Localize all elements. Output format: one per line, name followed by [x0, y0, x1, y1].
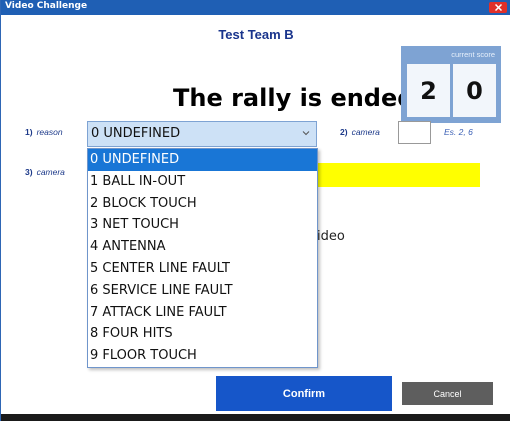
rally-status-text: The rally is ended	[173, 84, 415, 112]
camera3-label: 3) camera	[25, 167, 65, 177]
dropdown-option[interactable]: 3 NET TOUCH	[88, 214, 317, 236]
camera3-number: 3)	[25, 167, 33, 177]
dropdown-option[interactable]: 9 FLOOR TOUCH	[88, 345, 317, 367]
camera2-number: 2)	[340, 127, 348, 137]
chevron-down-icon	[302, 131, 310, 136]
score-panel: current score 2 0	[401, 46, 501, 123]
reason-label: 1) reason	[25, 127, 63, 137]
score-away: 0	[453, 64, 496, 117]
score-label: current score	[451, 50, 495, 59]
camera2-label-text: camera	[351, 127, 380, 137]
camera3-field[interactable]	[317, 163, 480, 187]
reason-select[interactable]: 0 UNDEFINED	[87, 121, 317, 147]
reason-label-text: reason	[36, 127, 63, 137]
video-partial-text: ideo	[317, 229, 345, 244]
dropdown-option[interactable]: 6 SERVICE LINE FAULT	[88, 280, 317, 302]
reason-number: 1)	[25, 127, 33, 137]
camera3-label-text: camera	[36, 167, 65, 177]
window-title: Video Challenge	[5, 1, 88, 11]
dropdown-option[interactable]: 0 UNDEFINED	[88, 149, 317, 171]
video-challenge-window: Video Challenge Test Team B The rally is…	[0, 0, 510, 421]
camera2-label: 2) camera	[340, 127, 380, 137]
confirm-button[interactable]: Confirm	[216, 376, 392, 411]
title-bar: Video Challenge	[1, 0, 510, 15]
dropdown-option[interactable]: 2 BLOCK TOUCH	[88, 193, 317, 215]
team-name: Test Team B	[218, 27, 294, 42]
camera2-input[interactable]	[398, 121, 431, 144]
dropdown-option[interactable]: 4 ANTENNA	[88, 236, 317, 258]
camera2-hint: Es. 2, 6	[444, 127, 473, 137]
close-button[interactable]	[489, 2, 507, 13]
dropdown-option[interactable]: 8 FOUR HITS	[88, 323, 317, 345]
reason-select-value: 0 UNDEFINED	[91, 126, 181, 141]
dropdown-option[interactable]: 1 BALL IN-OUT	[88, 171, 317, 193]
close-icon	[494, 4, 502, 11]
bottom-border	[1, 414, 510, 421]
dropdown-option[interactable]: 7 ATTACK LINE FAULT	[88, 302, 317, 324]
cancel-button[interactable]: Cancel	[402, 382, 493, 405]
score-home: 2	[407, 64, 450, 117]
dropdown-option[interactable]: 5 CENTER LINE FAULT	[88, 258, 317, 280]
reason-dropdown-list[interactable]: 0 UNDEFINED 1 BALL IN-OUT 2 BLOCK TOUCH …	[87, 148, 318, 368]
